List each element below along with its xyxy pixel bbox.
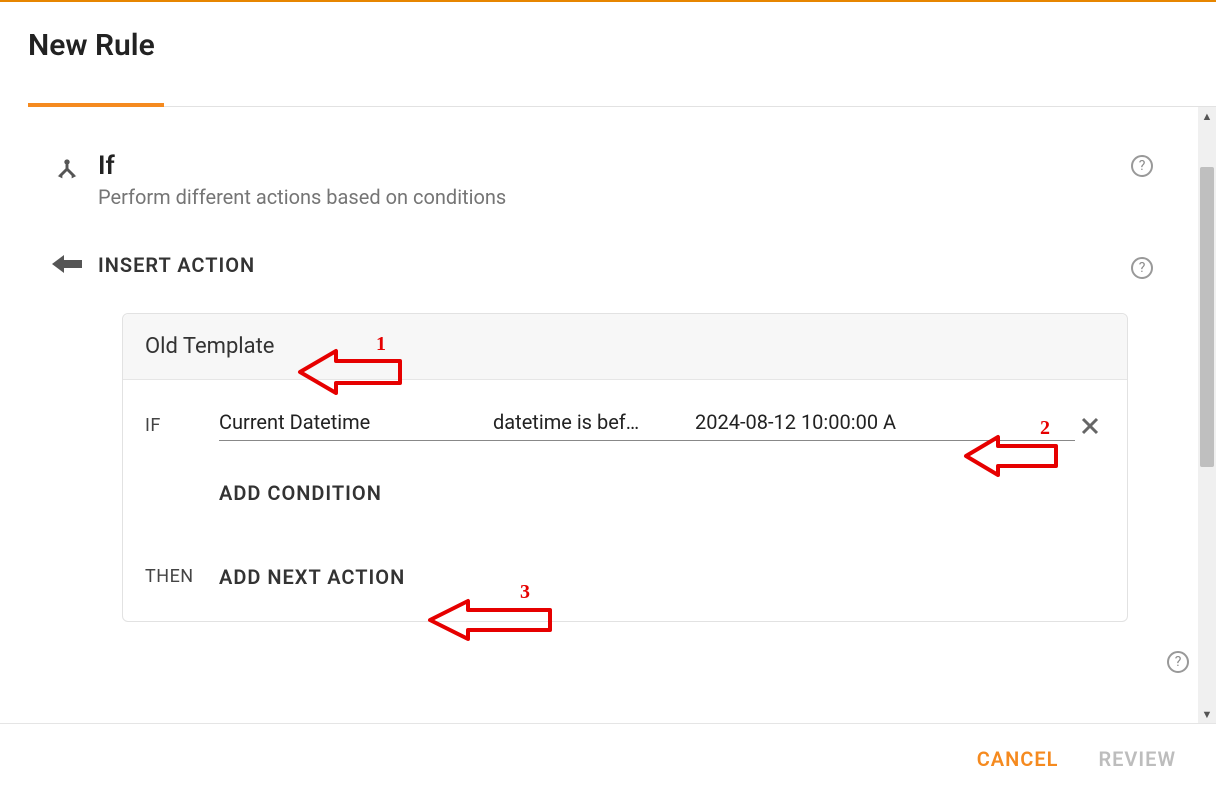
condition-row: IF Current Datetime datetime is bef… 202… [145,410,1105,441]
cancel-button[interactable]: CANCEL [977,747,1059,771]
if-description: Perform different actions based on condi… [98,185,1122,209]
add-condition-button[interactable]: ADD CONDITION [219,481,1105,505]
help-button[interactable]: ? [1122,151,1162,177]
content: If Perform different actions based on co… [0,107,1198,622]
if-label: IF [145,415,219,436]
insert-action-row: INSERT ACTION ? [36,253,1162,279]
add-next-action-button[interactable]: ADD NEXT ACTION [219,565,405,589]
then-label: THEN [145,561,219,593]
scroll-thumb[interactable] [1200,167,1214,467]
back-button[interactable] [36,253,98,275]
dialog-title: New Rule [0,0,1216,81]
help-icon: ? [1167,651,1189,673]
vertical-scrollbar[interactable]: ▲ ▼ [1198,107,1216,723]
rule-card: Old Template IF Current Datetime datetim… [122,313,1128,622]
if-block-text: If Perform different actions based on co… [98,151,1122,209]
review-button[interactable]: REVIEW [1098,747,1176,771]
footer: CANCEL REVIEW [0,723,1216,793]
condition-value[interactable]: 2024-08-12 10:00:00 A [695,410,1075,434]
insert-action-label-col: INSERT ACTION [98,253,1122,277]
insert-action-label: INSERT ACTION [98,253,255,277]
scroll-area: If Perform different actions based on co… [0,107,1216,723]
branch-icon [36,151,98,183]
tab-strip [28,81,1188,107]
if-title: If [98,151,1122,181]
condition-operator[interactable]: datetime is bef… [493,410,691,434]
scroll-down-button[interactable]: ▼ [1198,705,1216,723]
arrow-left-icon [52,253,82,275]
help-icon: ? [1131,257,1153,279]
scroll-up-button[interactable]: ▲ [1198,107,1216,125]
card-header[interactable]: Old Template [123,314,1127,380]
help-button-3[interactable]: ? [1158,647,1198,673]
close-icon [1080,416,1100,436]
if-block-row: If Perform different actions based on co… [36,151,1162,209]
help-icon: ? [1131,155,1153,177]
condition-fields[interactable]: Current Datetime datetime is bef… 2024-0… [219,410,1075,441]
then-row: THEN ADD NEXT ACTION [145,561,1105,593]
help-button-2[interactable]: ? [1122,253,1162,279]
condition-field[interactable]: Current Datetime [219,410,489,434]
card-body: IF Current Datetime datetime is bef… 202… [123,380,1127,621]
new-rule-dialog: New Rule If Perform different actions ba… [0,0,1216,793]
remove-condition-button[interactable] [1075,416,1105,436]
